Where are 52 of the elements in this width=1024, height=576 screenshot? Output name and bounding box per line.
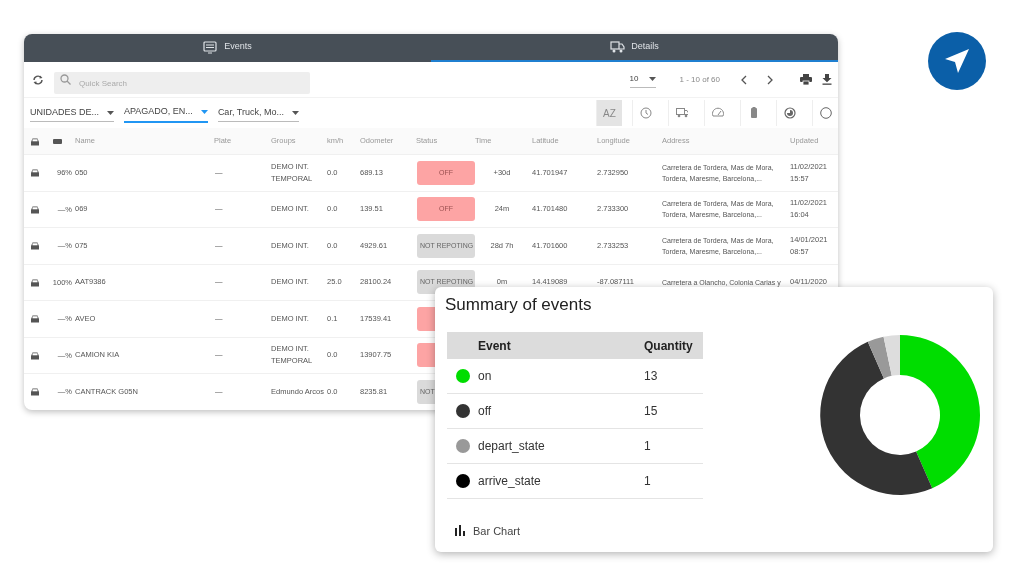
car-icon (30, 314, 40, 324)
truck-icon (675, 107, 688, 119)
search-icon (60, 73, 71, 85)
monitor-icon (203, 40, 219, 54)
caret-icon (291, 110, 299, 115)
battery-icon (53, 137, 62, 145)
car-icon (30, 277, 40, 287)
caret-icon (107, 110, 114, 115)
event-quantity: 13 (644, 368, 658, 386)
filter-dropdown[interactable]: UNIDADES DE... (30, 103, 114, 123)
bar-chart-button[interactable]: Bar Chart (455, 522, 521, 539)
table-header: Event Quantity (447, 332, 703, 360)
caret-icon (648, 77, 656, 81)
search-field[interactable]: Quick Search (54, 72, 310, 94)
event-quantity: 1 (644, 438, 651, 456)
page-range: 1 - 10 of 60 (679, 73, 720, 86)
download-icon (822, 74, 832, 85)
event-name: depart_state (478, 438, 546, 456)
navigation-arrow-logo-icon (928, 32, 986, 90)
bar-chart-icon (455, 525, 467, 537)
filter-dropdown[interactable]: APAGADO, EN... (124, 103, 208, 123)
next-page-button[interactable] (766, 74, 774, 85)
page-size-select[interactable]: 10 (629, 71, 656, 88)
gauge-icon (711, 107, 724, 119)
event-quantity: 15 (644, 403, 658, 421)
car-icon (30, 241, 40, 251)
event-quantity: 1 (644, 473, 651, 491)
clock-icon (639, 107, 652, 119)
card-title: Summary of events (445, 295, 593, 316)
tab[interactable]: Details (431, 34, 838, 62)
event-name: off (478, 403, 493, 421)
download-button[interactable] (822, 74, 832, 85)
half-circle-icon (783, 107, 796, 119)
car-icon (30, 136, 40, 146)
tab[interactable]: Events (24, 34, 431, 62)
event-name: arrive_state (478, 473, 542, 491)
chevron-right-icon (766, 74, 774, 85)
car-icon (30, 387, 40, 397)
car-icon (30, 350, 40, 360)
car-icon (30, 204, 40, 214)
truck-icon (610, 40, 626, 54)
chevron-left-icon (740, 74, 748, 85)
filter-dropdown[interactable]: Car, Truck, Mo... (217, 103, 299, 123)
printer-icon (800, 74, 812, 85)
circle-icon (819, 107, 832, 119)
refresh-icon (32, 73, 44, 86)
car-icon (30, 168, 40, 178)
print-button[interactable] (800, 74, 812, 85)
refresh-button[interactable] (32, 73, 44, 86)
event-name: on (478, 368, 493, 386)
previous-page-button[interactable] (740, 74, 748, 85)
caret-icon (200, 110, 208, 114)
